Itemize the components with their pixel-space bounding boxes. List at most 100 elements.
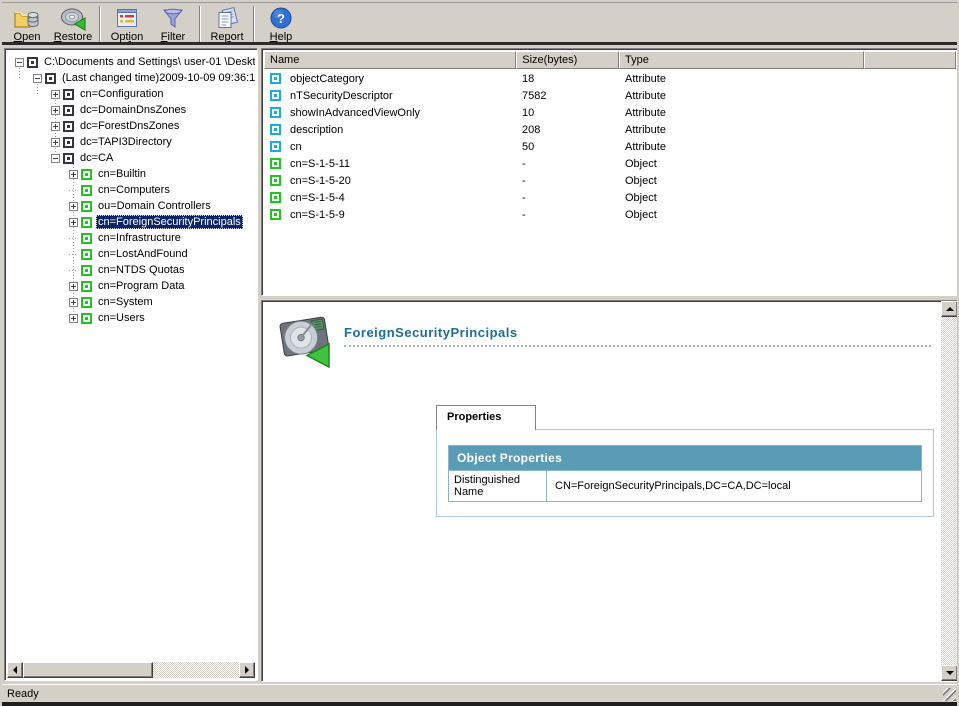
help-button[interactable]: ? Help (258, 4, 304, 44)
attribute-list-panel: NameSize(bytes)Type objectCategory18Attr… (261, 48, 959, 296)
scrollbar-track[interactable] (23, 662, 239, 678)
tree-node-icon-green (81, 249, 92, 260)
resize-grip-icon[interactable] (943, 688, 956, 701)
property-value: CN=ForeignSecurityPrincipals,DC=CA,DC=lo… (547, 471, 922, 502)
report-pages-icon (215, 6, 240, 31)
tree-node-icon-dark (63, 137, 74, 148)
tree-node-icon-green (81, 297, 92, 308)
restore-button[interactable]: Restore (50, 4, 96, 44)
list-row[interactable]: cn=S-1-5-20-Object (264, 172, 956, 189)
cell-type: Attribute (620, 141, 866, 153)
row-icon-green (270, 209, 281, 220)
tree-item-label: C:\Documents and Settings\ user-01 \Desk… (42, 55, 255, 69)
report-button[interactable]: Report (204, 4, 250, 44)
tree-expander-plus[interactable] (51, 138, 60, 147)
column-header[interactable]: Name (264, 51, 516, 69)
scroll-left-button[interactable] (7, 662, 23, 678)
tree-item-label: dc=DomainDnsZones (78, 103, 188, 117)
tree-node-icon-green (81, 169, 92, 180)
cell-name: nTSecurityDescriptor (264, 90, 517, 102)
detail-vertical-scrollbar[interactable] (941, 301, 958, 681)
list-row[interactable]: objectCategory18Attribute (264, 70, 956, 87)
cell-name: cn=S-1-5-20 (264, 175, 517, 187)
list-row[interactable]: cn=S-1-5-11-Object (264, 155, 956, 172)
list-row[interactable]: description208Attribute (264, 121, 956, 138)
list-row[interactable]: cn=S-1-5-9-Object (264, 206, 956, 223)
cell-type: Object (620, 192, 866, 204)
list-row[interactable]: nTSecurityDescriptor 7582Attribute (264, 87, 956, 104)
cell-name: cn (264, 141, 517, 153)
list-row[interactable]: cn50Attribute (264, 138, 956, 155)
tree-expander-plus[interactable] (51, 122, 60, 131)
tree-expander-plus[interactable] (51, 106, 60, 115)
tree-item[interactable]: cn=NTDS Quotas (7, 262, 255, 278)
property-row: Distinguished NameCN=ForeignSecurityPrin… (449, 471, 922, 502)
cell-size: 208 (517, 124, 620, 136)
row-name-label: nTSecurityDescriptor (290, 90, 393, 102)
scrollbar-track[interactable] (941, 317, 958, 665)
list-row[interactable]: showInAdvancedViewOnly10Attribute (264, 104, 956, 121)
tree-expander-plus[interactable] (69, 202, 78, 211)
tree-item[interactable]: cn=Builtin (7, 166, 255, 182)
tree-item[interactable]: C:\Documents and Settings\ user-01 \Desk… (7, 54, 255, 70)
filter-button[interactable]: Filter (150, 4, 196, 44)
tree-item[interactable]: dc=CA (7, 150, 255, 166)
row-name-label: objectCategory (290, 73, 364, 85)
tree-expander-plus[interactable] (69, 314, 78, 323)
tree-item-label: cn=NTDS Quotas (96, 263, 187, 277)
scrollbar-thumb[interactable] (23, 662, 153, 678)
tree-item[interactable]: cn=Program Data (7, 278, 255, 294)
title-underline (344, 345, 931, 347)
list-row[interactable]: cn=S-1-5-4-Object (264, 189, 956, 206)
tree-expander-plus[interactable] (69, 218, 78, 227)
tree-item[interactable]: ou=Domain Controllers (7, 198, 255, 214)
tree-item[interactable]: cn=LostAndFound (7, 246, 255, 262)
tree-node-icon-green (81, 217, 92, 228)
tree-item[interactable]: cn=Configuration (7, 86, 255, 102)
cell-name: objectCategory (264, 73, 517, 85)
scroll-right-button[interactable] (239, 662, 255, 678)
section-header-row: Object Properties (449, 446, 922, 471)
open-button[interactable]: Open (4, 4, 50, 44)
restore-disk-icon (60, 6, 87, 31)
tree-item[interactable]: cn=System (7, 294, 255, 310)
tab-properties[interactable]: Properties (436, 405, 536, 430)
column-header[interactable]: Size(bytes) (516, 51, 619, 69)
row-name-label: cn=S-1-5-4 (290, 192, 345, 204)
tree-expander-minus[interactable] (51, 154, 60, 163)
tree-item[interactable]: cn=ForeignSecurityPrincipals (7, 214, 255, 230)
tree-node-icon-dark (63, 89, 74, 100)
tree-expander-plus[interactable] (69, 170, 78, 179)
tree-item-label: cn=Computers (96, 183, 172, 197)
scroll-down-button[interactable] (941, 665, 958, 681)
tree-item-label: cn=Infrastructure (96, 231, 183, 245)
open-button-label: Open (14, 32, 41, 43)
cell-type: Attribute (620, 90, 866, 102)
list-header: NameSize(bytes)Type (264, 51, 956, 69)
cell-size: 7582 (517, 90, 620, 102)
tree-item[interactable]: (Last changed time)2009-10-09 09:36:1 (7, 70, 255, 86)
column-header[interactable]: Type (619, 51, 864, 69)
scroll-up-button[interactable] (941, 301, 958, 317)
tree-node-icon-green (81, 313, 92, 324)
tree-expander-minus[interactable] (33, 74, 42, 83)
tree-item[interactable]: cn=Infrastructure (7, 230, 255, 246)
tree-expander-plus[interactable] (51, 90, 60, 99)
tree-node-icon-green (81, 201, 92, 212)
tree-item[interactable]: dc=ForestDnsZones (7, 118, 255, 134)
tree-horizontal-scrollbar[interactable] (7, 662, 255, 678)
row-name-label: cn=S-1-5-11 (290, 158, 350, 170)
column-header[interactable] (864, 51, 956, 69)
tree-expander-plus[interactable] (69, 298, 78, 307)
tree-expander-plus[interactable] (69, 282, 78, 291)
window-top-edge (2, 0, 957, 3)
tree-item-label: dc=CA (78, 151, 115, 165)
tree-item[interactable]: cn=Computers (7, 182, 255, 198)
tree-item[interactable]: dc=TAPI3Directory (7, 134, 255, 150)
tree-item[interactable]: dc=DomainDnsZones (7, 102, 255, 118)
tree-expander-minus[interactable] (15, 58, 24, 67)
tree-item[interactable]: cn=Users (7, 310, 255, 326)
option-button[interactable]: Option (104, 4, 150, 44)
option-window-icon (115, 6, 139, 31)
cell-type: Object (620, 175, 866, 187)
